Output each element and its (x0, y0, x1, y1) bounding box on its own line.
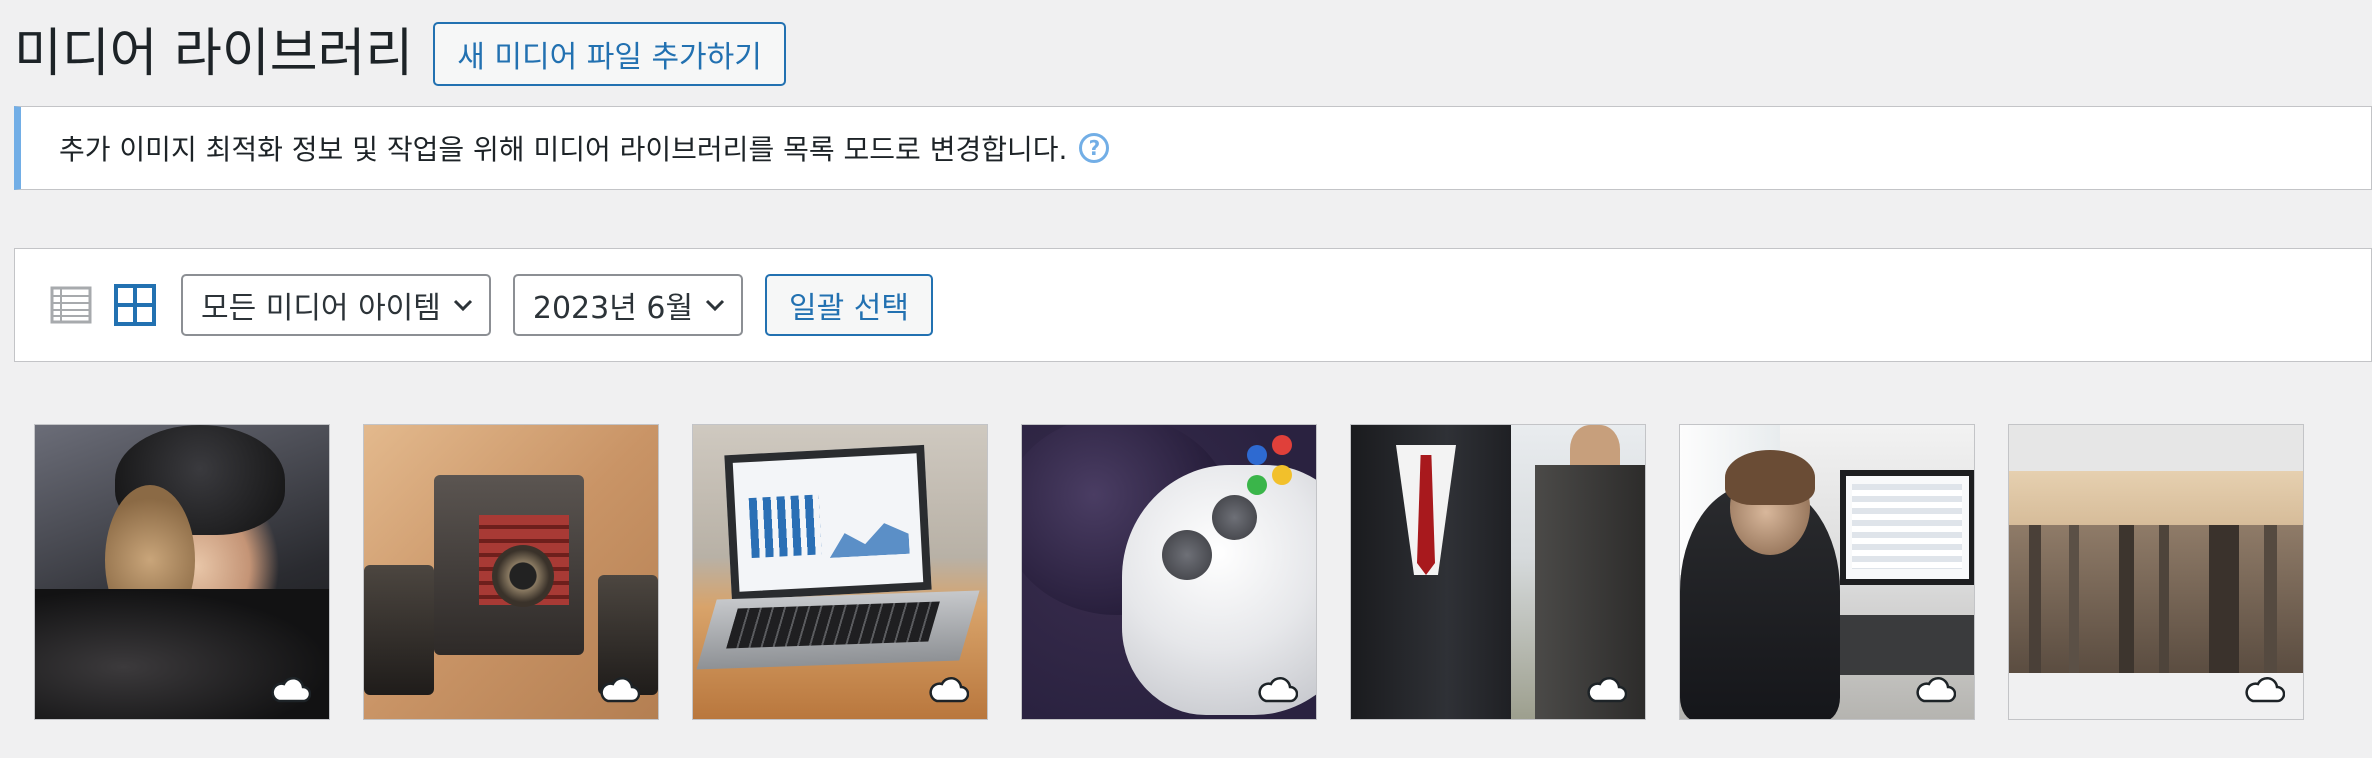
date-filter-value: 2023년 6월 (532, 291, 694, 326)
page-header: 미디어 라이브러리 새 미디어 파일 추가하기 (14, 22, 786, 86)
bulk-select-button[interactable]: 일괄 선택 (765, 274, 933, 336)
media-toolbar: 모든 미디어 아이템 2023년 6월 일괄 선택 (14, 248, 2372, 362)
cloud-icon (600, 677, 640, 703)
media-item[interactable] (34, 424, 330, 720)
cloud-icon (1916, 677, 1956, 703)
cloud-icon (1587, 677, 1627, 703)
cloud-icon (271, 677, 311, 703)
cloud-icon (929, 677, 969, 703)
page-title: 미디어 라이브러리 (14, 24, 414, 84)
media-item[interactable] (1021, 424, 1317, 720)
chevron-down-icon (705, 299, 725, 312)
media-item[interactable] (1350, 424, 1646, 720)
media-item[interactable] (692, 424, 988, 720)
media-item[interactable] (1679, 424, 1975, 720)
info-notice: 추가 이미지 최적화 정보 및 작업을 위해 미디어 라이브러리를 목록 모드로… (14, 106, 2372, 190)
media-grid (34, 424, 2304, 720)
list-view-icon[interactable] (49, 283, 93, 327)
view-switch (49, 283, 157, 327)
cloud-icon (1258, 677, 1298, 703)
chevron-down-icon (453, 299, 472, 312)
media-type-filter[interactable]: 모든 미디어 아이템 (181, 274, 491, 336)
help-icon[interactable]: ? (1079, 133, 1110, 163)
media-item[interactable] (363, 424, 659, 720)
grid-view-icon[interactable] (113, 283, 157, 327)
media-type-filter-value: 모든 미디어 아이템 (201, 291, 441, 326)
cloud-icon (2245, 677, 2285, 703)
notice-text: 추가 이미지 최적화 정보 및 작업을 위해 미디어 라이브러리를 목록 모드로… (59, 133, 1068, 166)
date-filter[interactable]: 2023년 6월 (512, 274, 744, 336)
media-item[interactable] (2008, 424, 2304, 720)
add-new-media-button[interactable]: 새 미디어 파일 추가하기 (433, 22, 786, 86)
